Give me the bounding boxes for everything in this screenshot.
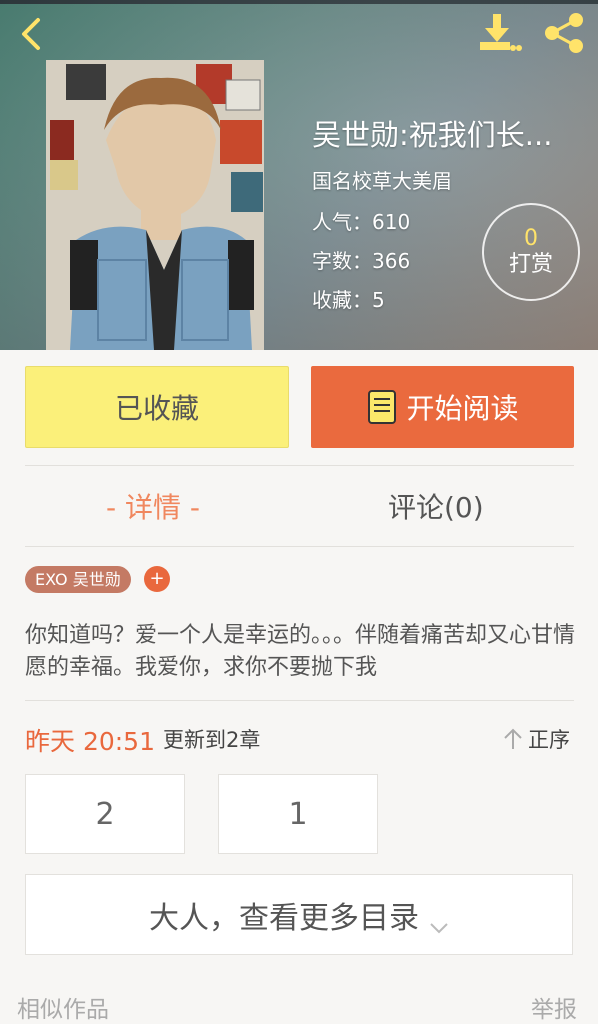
tab-comments[interactable]: 评论(0) <box>388 486 484 526</box>
update-status: 更新到2章 <box>163 728 261 752</box>
divider <box>25 546 574 547</box>
chapter-item[interactable]: 2 <box>25 774 185 854</box>
similar-works-heading: 相似作品 <box>17 997 109 1023</box>
book-cover-image[interactable] <box>46 60 264 350</box>
start-reading-label: 开始阅读 <box>406 392 519 425</box>
word-count-stat: 字数：366 <box>312 249 411 273</box>
share-icon[interactable] <box>542 12 588 54</box>
update-time: 昨天 20:51 <box>25 727 155 756</box>
tip-label: 打赏 <box>508 252 553 277</box>
more-catalog-label: 大人，查看更多目录 <box>149 900 419 936</box>
chapter-item[interactable]: 1 <box>218 774 378 854</box>
book-header: 吴世勋:祝我们长... 国名校草大美眉 人气：610 字数：366 收藏：5 0… <box>0 0 598 350</box>
tip-count: 0 <box>524 225 538 251</box>
tip-button[interactable]: 0 打赏 <box>482 203 580 301</box>
tag-chip[interactable]: EXO 吴世勋 <box>25 566 131 593</box>
report-link[interactable]: 举报 <box>531 990 577 1024</box>
book-icon <box>366 388 400 426</box>
arrow-up-icon <box>502 727 524 751</box>
divider <box>25 700 574 701</box>
favorites-stat: 收藏：5 <box>312 288 385 312</box>
sort-order-button[interactable]: 正序 <box>502 724 570 754</box>
download-icon[interactable] <box>476 12 522 54</box>
book-title: 吴世勋:祝我们长... <box>312 118 553 152</box>
chevron-down-icon <box>429 908 449 933</box>
add-tag-button[interactable]: + <box>144 566 170 592</box>
divider <box>25 465 574 466</box>
collected-button[interactable]: 已收藏 <box>25 366 289 448</box>
book-description: 你知道吗？爱一个人是幸运的。。。伴随着痛苦却又心甘情愿的幸福。我爱你，求你不要抛… <box>25 623 575 680</box>
more-catalog-button[interactable]: 大人，查看更多目录 <box>25 874 573 955</box>
popularity-stat: 人气：610 <box>312 210 411 234</box>
author-name[interactable]: 国名校草大美眉 <box>312 165 452 194</box>
tab-detail[interactable]: - 详情 - <box>106 486 200 526</box>
back-icon[interactable] <box>14 14 50 54</box>
sort-order-label: 正序 <box>528 728 570 752</box>
start-reading-button[interactable]: 开始阅读 <box>311 366 574 448</box>
